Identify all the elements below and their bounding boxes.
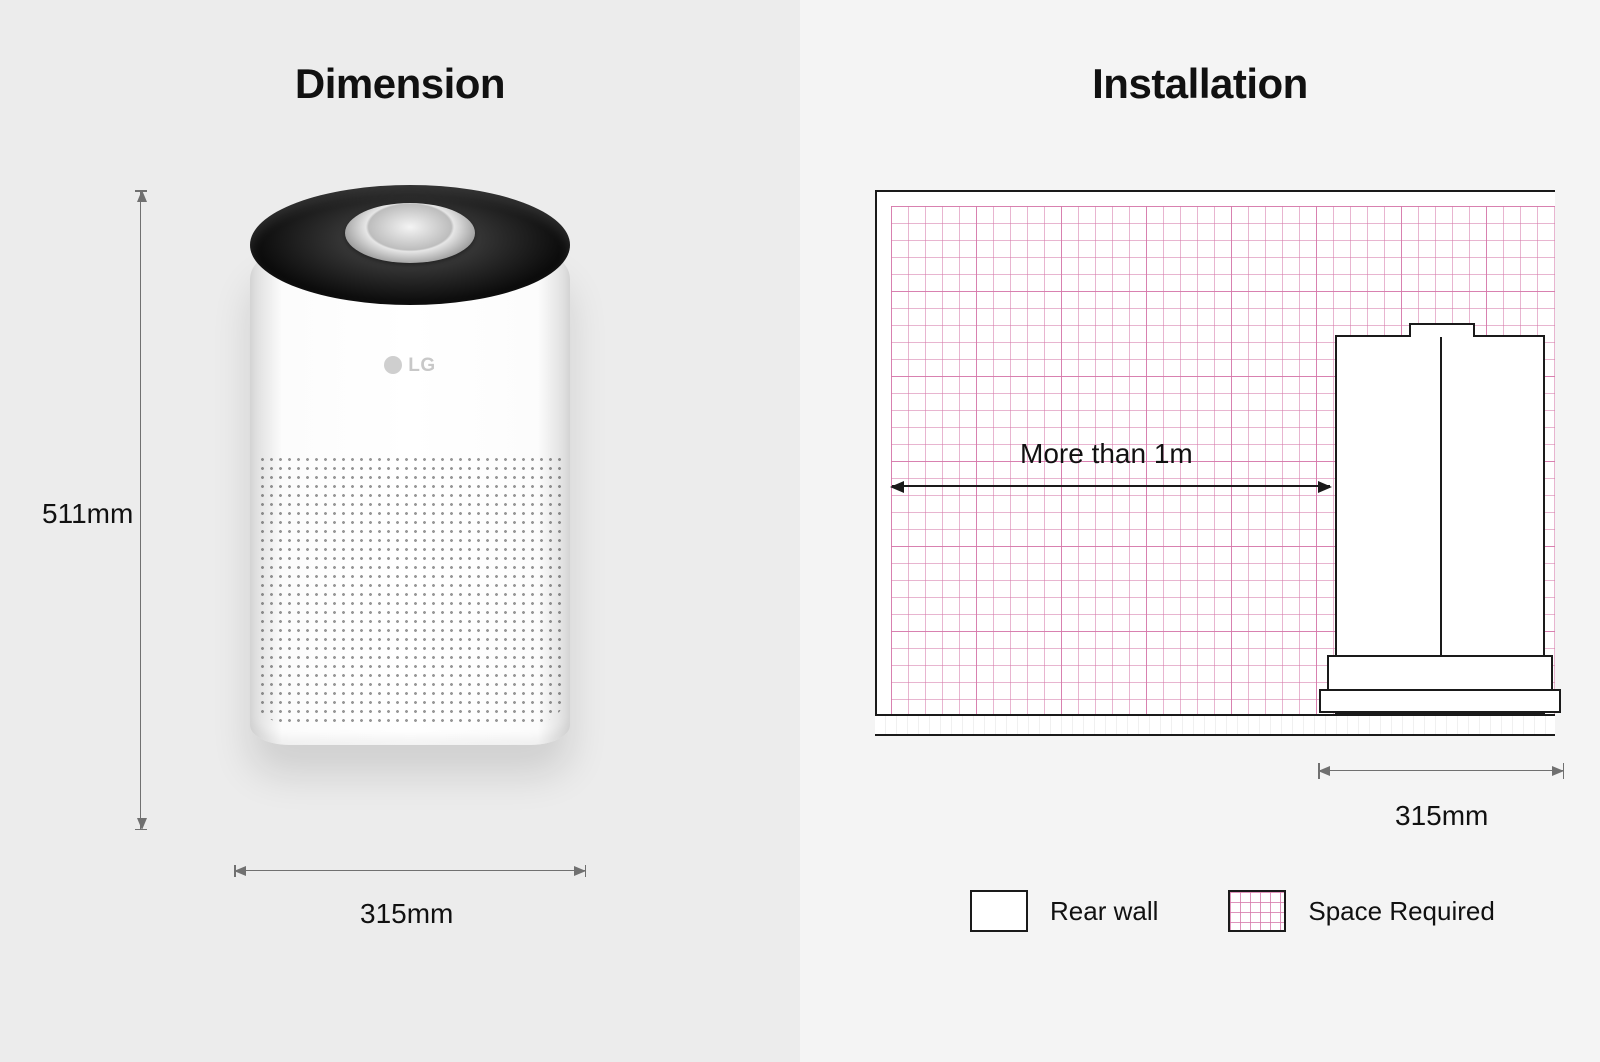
device-plinth: [1319, 689, 1561, 713]
product-mesh: [258, 455, 562, 725]
installation-title: Installation: [800, 60, 1600, 108]
brand-text: LG: [408, 355, 435, 376]
device-width-label: 315mm: [1395, 800, 1488, 832]
device-width-span: [1318, 770, 1564, 771]
device-seam: [1440, 337, 1442, 655]
installation-panel: Installation More than 1m 315mm Rear wal…: [800, 0, 1600, 1062]
device-outline: [1335, 335, 1545, 715]
height-guide: [140, 190, 141, 830]
width-guide: [234, 870, 586, 871]
height-label: 511mm: [42, 498, 133, 530]
dimension-panel: Dimension LG 511mm 315mm: [0, 0, 800, 1062]
device-tray: [1327, 655, 1553, 691]
width-arrow-left-icon: [234, 866, 246, 876]
height-arrow-up-icon: [137, 190, 147, 202]
legend-space-required: Space Required: [1228, 890, 1494, 932]
product-illustration: LG: [250, 185, 570, 775]
dimension-title: Dimension: [0, 60, 800, 108]
legend-space-required-label: Space Required: [1308, 896, 1494, 927]
width-arrow-right-icon: [574, 866, 586, 876]
clearance-span: [892, 485, 1330, 487]
legend-rear-wall: Rear wall: [970, 890, 1158, 932]
legend-rear-wall-label: Rear wall: [1050, 896, 1158, 927]
legend-rear-wall-swatch: [970, 890, 1028, 932]
legend: Rear wall Space Required: [970, 890, 1495, 932]
product-disc: [345, 203, 475, 263]
floor-line: [875, 714, 1555, 736]
clearance-label: More than 1m: [1020, 438, 1193, 470]
page: Dimension LG 511mm 315mm Installation: [0, 0, 1600, 1062]
height-arrow-down-icon: [137, 818, 147, 830]
brand-logo: LG: [250, 355, 570, 377]
legend-space-required-swatch: [1228, 890, 1286, 932]
product-base: [222, 741, 598, 799]
device-cap: [1409, 323, 1475, 337]
width-label: 315mm: [360, 898, 453, 930]
